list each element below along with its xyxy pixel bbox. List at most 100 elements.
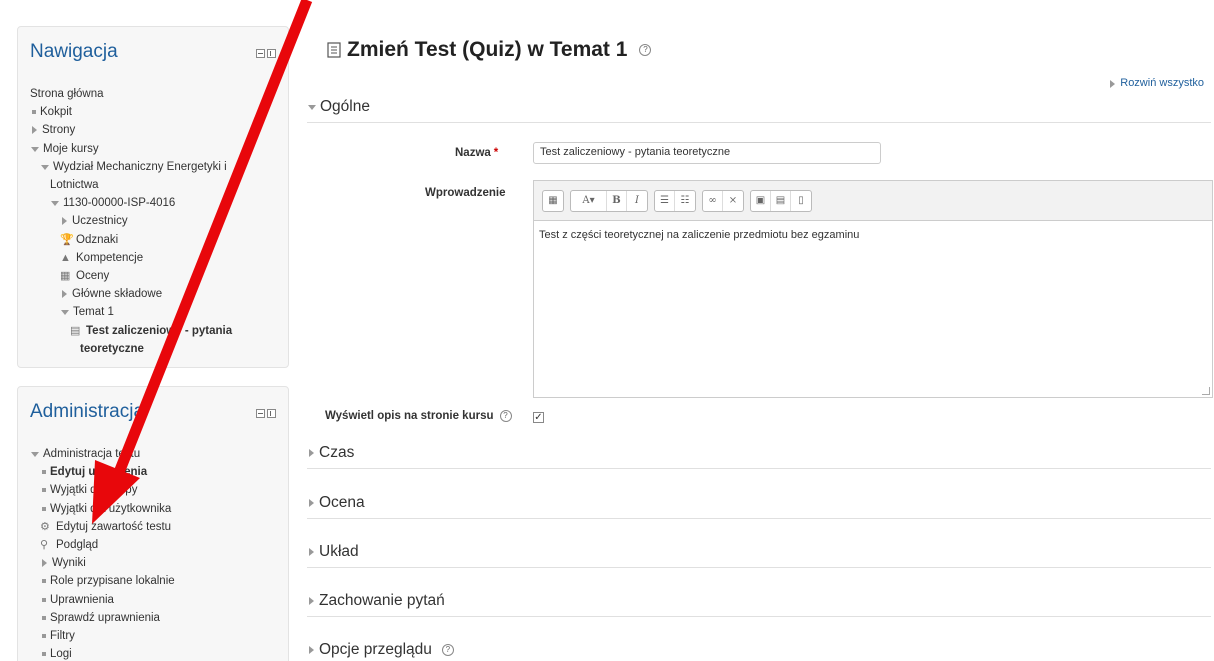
admin-item[interactable]: Administracja testu [30,445,175,463]
nav-item[interactable]: Moje kursy [30,140,232,158]
nav-item[interactable]: Strona główna [30,85,232,103]
bold-icon[interactable]: B [607,190,627,211]
nav-item[interactable]: Uczestnicy [30,212,232,230]
quiz-icon [327,42,341,58]
administration-tree: Administracja testu Edytuj ustawienia Wyją… [30,445,175,661]
nav-item[interactable]: ▲ Kompetencje [30,249,232,267]
chevron-down-icon [308,104,316,110]
nav-item-label: Strony [42,124,76,137]
admin-item[interactable]: Edytuj ustawienia [30,463,175,481]
chevron-right-icon [309,449,314,457]
nav-item-label: 1130-00000-ISP-4016 [63,197,176,210]
chevron-right-icon [42,559,47,568]
quiz-icon: ▤ [70,324,81,337]
nav-item-label: Lotnictwa [50,179,99,192]
expand-all-label: Rozwiń wszystko [1120,77,1204,89]
section-zachowanie[interactable]: Zachowanie pytań [307,592,1211,617]
nav-item-label: Strona główna [30,88,104,100]
admin-item-label: Edytuj ustawienia [50,466,148,479]
navigation-title: Nawigacja [30,41,118,62]
wyswietl-checkbox[interactable]: ✓ [533,412,544,423]
help-icon[interactable]: ? [499,410,512,422]
admin-item[interactable]: Wyniki [30,554,175,572]
admin-item[interactable]: Role przypisane lokalnie [30,572,175,590]
nav-item-label: teoretyczne [80,342,144,355]
font-style-icon[interactable]: A▾ [571,190,607,211]
nav-item-label: Odznaki [76,233,119,246]
bullet-icon [42,597,46,602]
bullet-icon [42,470,46,475]
wprowadzenie-label: Wprowadzenie [425,187,506,199]
admin-item[interactable]: Sprawdź uprawnienia [30,609,175,627]
page: Nawigacja Strona główna Kokpit Strony Moje … [0,0,1214,661]
admin-item[interactable]: Uprawnienia [30,591,175,609]
editor-content[interactable]: Test z części teoretycznej na zaliczenie… [534,221,1212,249]
chevron-down-icon [31,452,39,457]
help-icon[interactable]: ? [639,44,652,56]
nav-item[interactable]: teoretyczne [30,340,232,358]
bullet-icon [42,506,46,511]
nav-item-label: Temat 1 [73,306,114,319]
chevron-right-icon [309,597,314,605]
nav-item[interactable]: Strony [30,121,232,139]
section-ogolne[interactable]: Ogólne [307,98,1211,123]
chevron-down-icon [41,164,49,170]
bullet-list-icon[interactable]: ☰ [655,190,675,211]
admin-item-label: Wyjątki dla grupy [50,484,138,497]
admin-item[interactable]: ⚙ Edytuj zawartość testu [30,518,175,536]
resize-handle-icon[interactable] [1202,387,1210,395]
admin-item[interactable]: Wyjątki dla użytkownika [30,500,175,518]
file-icon[interactable]: ▯ [791,191,811,211]
bullet-icon [42,615,46,620]
minimize-icon[interactable] [256,49,265,58]
admin-item-label: Logi [50,648,72,661]
chevron-down-icon [31,146,39,152]
chevron-right-icon [1110,79,1116,88]
admin-item-label: Podgląd [56,539,99,552]
nav-item[interactable]: 🏆 Odznaki [30,231,232,249]
admin-item-label: Administracja testu [43,448,141,460]
chevron-right-icon [62,290,67,299]
chevron-right-icon [309,646,314,654]
nav-item[interactable]: ▤ Test zaliczeniowy - pytania [30,322,232,340]
section-label: Ogólne [320,98,370,115]
nav-item-label: Kokpit [40,106,72,119]
nav-item[interactable]: ▦ Oceny [30,267,232,285]
admin-item[interactable]: Logi [30,645,175,661]
nav-item-label: Kompetencje [76,251,144,264]
numbered-list-icon[interactable]: ☷ [675,191,695,211]
trophy-icon: 🏆 [60,233,74,246]
bullet-icon [42,488,46,493]
section-czas[interactable]: Czas [307,444,1211,469]
nav-item[interactable]: Lotnictwa [30,176,232,194]
dock-icon[interactable] [267,49,276,58]
link-icon[interactable]: ∞ [703,190,723,211]
unlink-icon[interactable]: ⨯ [723,191,743,211]
dock-icon[interactable] [267,409,276,418]
nav-item[interactable]: 1130-00000-ISP-4016 [30,194,232,212]
section-ocena[interactable]: Ocena [307,494,1211,519]
section-uklad[interactable]: Układ [307,543,1211,568]
italic-icon[interactable]: I [627,191,647,211]
nav-item[interactable]: Główne składowe [30,285,232,303]
media-icon[interactable]: ▤ [771,190,791,211]
section-label: Czas [319,444,355,461]
nav-item[interactable]: Temat 1 [30,303,232,321]
bullet-icon [42,634,46,639]
image-icon[interactable]: ▣ [751,190,771,211]
minimize-icon[interactable] [256,409,265,418]
admin-item[interactable]: Wyjątki dla grupy [30,481,175,499]
admin-item[interactable]: Filtry [30,627,175,645]
nav-item[interactable]: Kokpit [30,103,232,121]
section-opcje[interactable]: Opcje przeglądu ? [307,641,1211,661]
expand-all-link[interactable]: Rozwiń wszystko [1108,77,1204,89]
chevron-down-icon [61,310,69,316]
toolbar-toggle-icon[interactable]: ▦ [543,191,563,211]
search-icon: ⚲ [40,539,49,552]
intro-editor[interactable]: ▦ A▾ B I ☰ ☷ ∞ ⨯ ▣ ▤ ▯ Test z części teo… [533,180,1213,398]
nav-item-label: Wydział Mechaniczny Energetyki i [53,160,227,173]
nav-item[interactable]: Wydział Mechaniczny Energetyki i [30,158,232,176]
admin-item[interactable]: ⚲ Podgląd [30,536,175,554]
nazwa-input[interactable]: Test zaliczeniowy - pytania teoretyczne [533,142,881,164]
help-icon[interactable]: ? [441,644,454,656]
